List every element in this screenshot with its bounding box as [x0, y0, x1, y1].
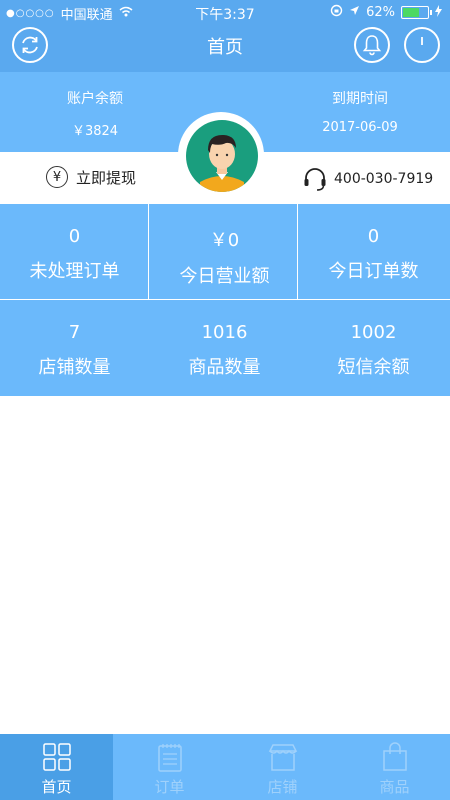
notifications-button[interactable] — [354, 27, 390, 63]
stat-value: ￥0 — [209, 230, 240, 251]
grid-divider — [297, 204, 298, 299]
expiry-value: 2017-06-09 — [322, 120, 398, 135]
stat-value: 1016 — [201, 322, 248, 343]
stats-grid: 0 未处理订单 ￥0 今日营业额 0 今日订单数 7 店铺数量 1016 商品数… — [0, 204, 450, 396]
tab-products[interactable]: 商品 — [339, 734, 450, 800]
battery-percent: 62% — [366, 5, 395, 20]
withdraw-button[interactable]: ¥ 立即提现 — [46, 166, 136, 188]
grid-divider — [148, 204, 149, 299]
phone-number: 400-030-7919 — [334, 171, 434, 187]
balance-label: 账户余额 — [67, 91, 123, 107]
balance-block: 账户余额 ￥3824 — [15, 88, 175, 139]
tab-home[interactable]: 首页 — [0, 734, 113, 800]
stat-label: 未处理订单 — [29, 261, 120, 282]
charging-icon — [435, 4, 442, 21]
expiry-block: 到期时间 2017-06-09 — [280, 88, 440, 135]
expiry-label: 到期时间 — [332, 91, 388, 107]
headset-icon — [304, 168, 326, 191]
stat-store-count[interactable]: 7 店铺数量 — [0, 300, 149, 395]
tab-stores[interactable]: 店铺 — [226, 734, 339, 800]
logout-button[interactable] — [404, 27, 440, 63]
stat-label: 今日营业额 — [179, 266, 270, 287]
withdraw-label: 立即提现 — [76, 168, 137, 187]
order-list-icon — [157, 744, 182, 772]
tab-label: 首页 — [41, 778, 72, 796]
power-icon — [421, 37, 423, 45]
stat-value: 0 — [367, 226, 380, 247]
stat-product-count[interactable]: 1016 商品数量 — [150, 300, 299, 395]
stat-label: 店铺数量 — [38, 357, 111, 378]
stat-pending-orders[interactable]: 0 未处理订单 — [0, 204, 149, 299]
customer-service-phone[interactable]: 400-030-7919 — [302, 166, 433, 192]
user-avatar-icon — [200, 134, 244, 192]
stat-label: 商品数量 — [188, 357, 261, 378]
tab-label: 商品 — [379, 778, 410, 796]
stat-value: 0 — [68, 226, 81, 247]
bag-icon — [382, 742, 407, 771]
location-icon — [349, 5, 360, 20]
bell-icon — [362, 35, 382, 56]
stat-today-revenue[interactable]: ￥0 今日营业额 — [150, 204, 299, 299]
avatar[interactable] — [186, 120, 258, 192]
tab-label: 订单 — [154, 778, 185, 796]
balance-value: ￥3824 — [71, 124, 119, 139]
stat-today-orders[interactable]: 0 今日订单数 — [299, 204, 448, 299]
stat-sms-balance[interactable]: 1002 短信余额 — [299, 300, 448, 395]
tab-bar: 首页 订单 店铺 商品 — [0, 734, 450, 800]
stat-value: 1002 — [350, 322, 397, 343]
status-bar: ●○○○○ 中国联通 下午3:37 62% — [0, 0, 450, 24]
yen-icon: ¥ — [46, 166, 68, 188]
tab-orders[interactable]: 订单 — [113, 734, 226, 800]
stat-label: 短信余额 — [337, 357, 410, 378]
status-right: 62% — [330, 4, 442, 21]
grid-icon — [42, 743, 71, 771]
store-icon — [268, 744, 297, 771]
battery-icon — [401, 6, 432, 19]
battery-fill — [403, 8, 420, 17]
top-bar: ●○○○○ 中国联通 下午3:37 62% 首页 — [0, 0, 450, 72]
tab-label: 店铺 — [267, 778, 298, 796]
stat-label: 今日订单数 — [328, 261, 419, 282]
stat-value: 7 — [68, 322, 81, 343]
rotation-lock-icon — [330, 4, 343, 21]
